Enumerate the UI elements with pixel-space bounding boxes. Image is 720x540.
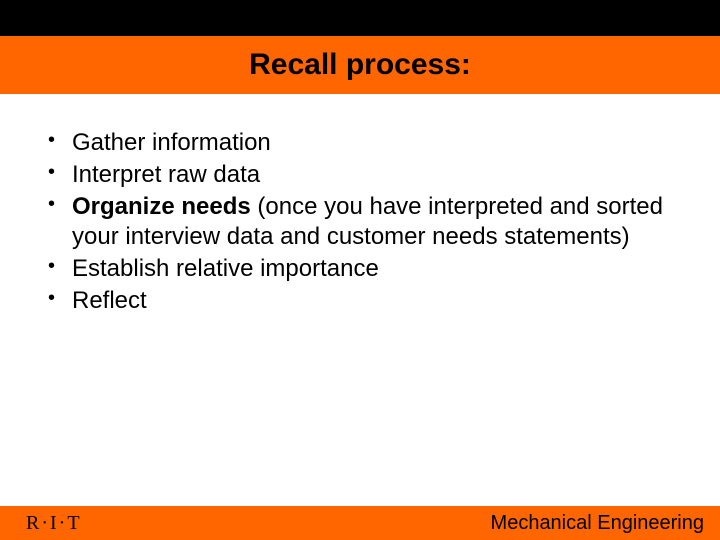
footer-bar: R·I·T Mechanical Engineering <box>0 506 720 540</box>
bullet-list: Gather information Interpret raw data Or… <box>44 128 676 316</box>
bullet-item: Reflect <box>44 286 676 316</box>
bullet-bold-text: Organize needs <box>72 193 251 220</box>
slide: Recall process: Gather information Inter… <box>0 0 720 540</box>
bullet-item: Gather information <box>44 128 676 158</box>
title-bar: Recall process: <box>0 36 720 94</box>
top-black-bar <box>0 0 720 36</box>
bullet-item: Establish relative importance <box>44 254 676 284</box>
bullet-item: Interpret raw data <box>44 160 676 190</box>
bullet-item: Organize needs (once you have interprete… <box>44 192 676 252</box>
content-area: Gather information Interpret raw data Or… <box>0 94 720 506</box>
footer-left-logo: R·I·T <box>26 512 82 535</box>
slide-title: Recall process: <box>249 48 471 82</box>
footer-right-text: Mechanical Engineering <box>491 512 704 535</box>
